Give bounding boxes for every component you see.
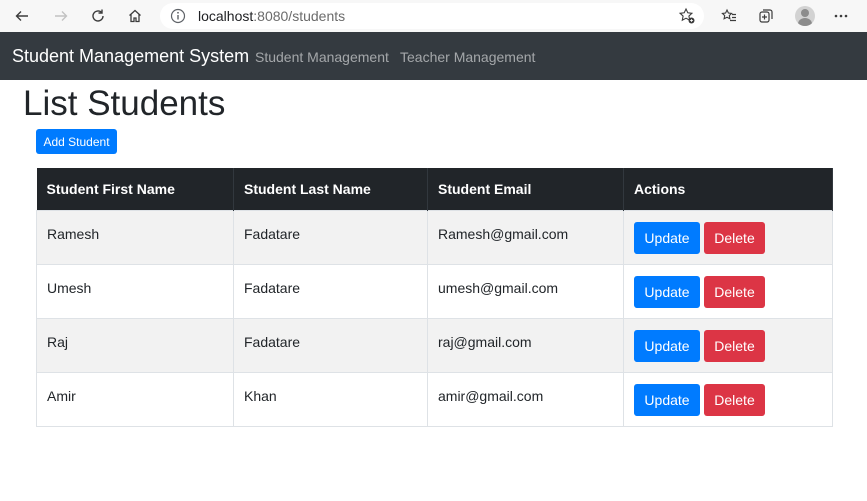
url-host: localhost: [198, 8, 254, 24]
favorites-icon[interactable]: [717, 4, 741, 28]
forward-icon[interactable]: [49, 4, 73, 28]
url-path: :8080/students: [253, 8, 346, 24]
cell-last-name: Fadatare: [233, 209, 428, 264]
table-row: Ramesh Fadatare Ramesh@gmail.com Update D…: [36, 209, 833, 264]
reload-icon[interactable]: [86, 4, 110, 28]
cell-email: Ramesh@gmail.com: [427, 209, 624, 264]
url-text[interactable]: localhost:8080/students: [198, 8, 345, 24]
cell-actions: Update Delete: [623, 209, 833, 264]
delete-button[interactable]: Delete: [704, 383, 765, 416]
favorite-star-icon[interactable]: [678, 7, 696, 25]
cell-first-name: Umesh: [36, 263, 234, 318]
cell-actions: Update Delete: [623, 317, 833, 372]
table-row: Umesh Fadatare umesh@gmail.com Update Del…: [36, 263, 833, 318]
browser-toolbar: localhost:8080/students: [0, 0, 867, 32]
add-student-button[interactable]: Add Student: [36, 129, 117, 154]
update-button[interactable]: Update: [634, 221, 700, 254]
address-bar[interactable]: localhost:8080/students: [160, 3, 704, 29]
navbar-brand[interactable]: Student Management System: [12, 46, 249, 67]
update-button[interactable]: Update: [634, 275, 700, 308]
cell-actions: Update Delete: [623, 263, 833, 318]
cell-email: raj@gmail.com: [427, 317, 624, 372]
nav-link-student-management[interactable]: Student Management: [255, 49, 389, 65]
cell-actions: Update Delete: [623, 371, 833, 427]
header-email: Student Email: [427, 168, 624, 210]
update-button[interactable]: Update: [634, 329, 700, 362]
delete-button[interactable]: Delete: [704, 275, 765, 308]
profile-avatar-icon[interactable]: [795, 6, 815, 26]
table-header-row: Student First Name Student Last Name Stu…: [36, 168, 833, 210]
cell-last-name: Khan: [233, 371, 428, 427]
nav-link-teacher-management[interactable]: Teacher Management: [400, 49, 535, 65]
cell-first-name: Amir: [36, 371, 234, 427]
delete-button[interactable]: Delete: [704, 329, 765, 362]
cell-last-name: Fadatare: [233, 263, 428, 318]
back-icon[interactable]: [10, 4, 34, 28]
app-navbar: Student Management System Student Manage…: [0, 32, 867, 80]
cell-last-name: Fadatare: [233, 317, 428, 372]
table-row: Raj Fadatare raj@gmail.com Update Delete: [36, 317, 833, 372]
students-table: Student First Name Student Last Name Stu…: [36, 168, 833, 427]
delete-button[interactable]: Delete: [704, 221, 765, 254]
header-last-name: Student Last Name: [233, 168, 428, 210]
header-actions: Actions: [623, 168, 833, 210]
cell-email: amir@gmail.com: [427, 371, 624, 427]
cell-first-name: Raj: [36, 317, 234, 372]
site-info-icon[interactable]: [170, 8, 186, 24]
page-title: List Students: [23, 84, 226, 123]
more-menu-icon[interactable]: [829, 4, 853, 28]
cell-email: umesh@gmail.com: [427, 263, 624, 318]
update-button[interactable]: Update: [634, 383, 700, 416]
cell-first-name: Ramesh: [36, 209, 234, 264]
table-row: Amir Khan amir@gmail.com Update Delete: [36, 371, 833, 427]
header-first-name: Student First Name: [36, 168, 234, 210]
home-icon[interactable]: [123, 4, 147, 28]
collections-icon[interactable]: [754, 4, 778, 28]
